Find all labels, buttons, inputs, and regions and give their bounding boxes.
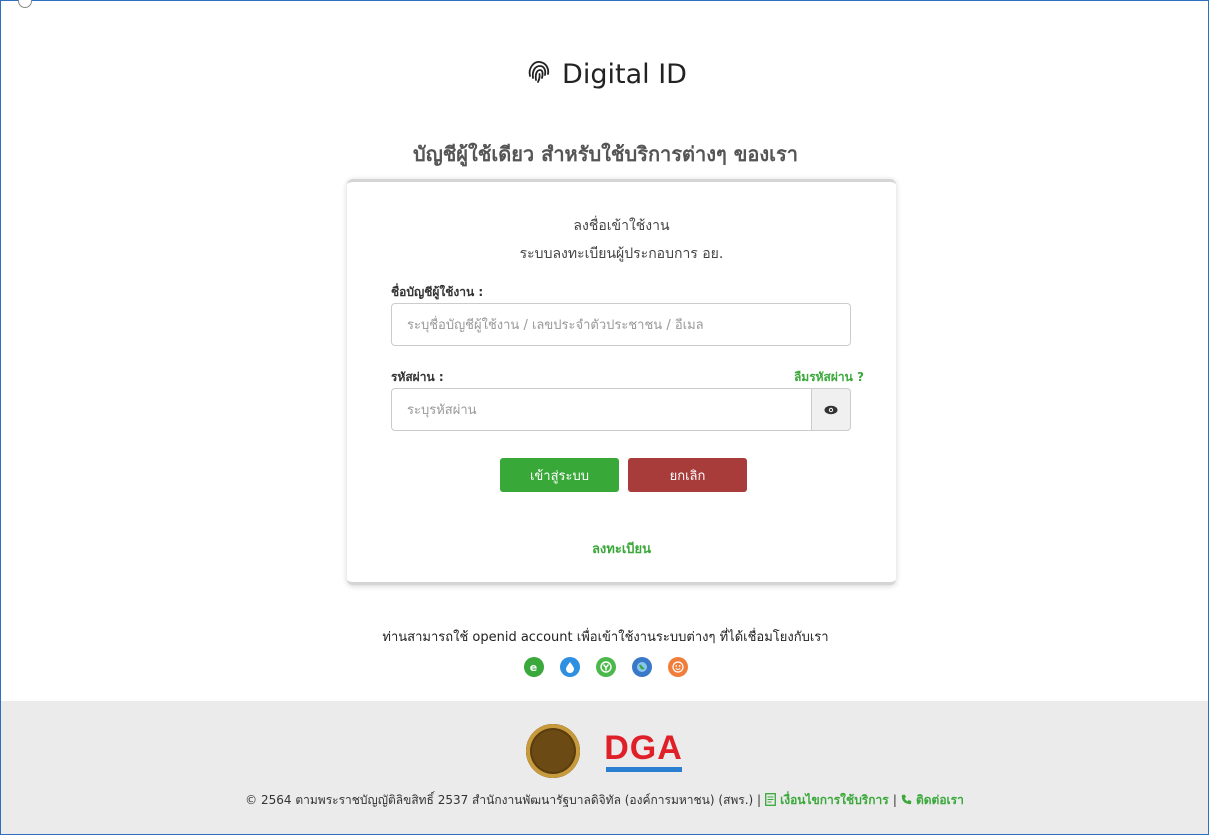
username-input[interactable]: ระบุชื่อบัญชีผู้ใช้งาน / เลขประจำตัวประช…	[391, 303, 851, 346]
openid-providers: e	[0, 657, 1211, 677]
footer-logos: DGA	[1, 724, 1208, 778]
terms-link-label: เงื่อนไขการใช้บริการ	[780, 793, 889, 807]
card-subtitle: ระบบลงทะเบียนผู้ประกอบการ อย.	[519, 246, 724, 262]
register-link[interactable]: ลงทะเบียน	[347, 538, 896, 559]
dga-logo-bar	[605, 766, 682, 772]
openid-text: ท่านสามารถใช้ openid account เพื่อเข้าใช…	[382, 630, 829, 645]
forgot-password-link[interactable]: ลืมรหัสผ่าน ?	[794, 368, 864, 387]
contact-link[interactable]: ติดต่อเรา	[901, 793, 964, 807]
e-provider-icon[interactable]: e	[523, 657, 544, 677]
footer: DGA © 2564 ตามพระราชบัญญัติลิขสิทธิ์ 253…	[1, 701, 1208, 834]
y-provider-icon[interactable]	[595, 657, 616, 677]
login-card: ลงชื่อเข้าใช้งาน ระบบลงทะเบียนผู้ประกอบก…	[347, 179, 896, 585]
username-label: ชื่อบัญชีผู้ใช้งาน :	[391, 285, 484, 299]
brand-title: Digital ID	[562, 59, 687, 90]
brand-header: Digital ID	[0, 56, 1211, 93]
password-input[interactable]: ระบุรหัสผ่าน	[391, 388, 812, 431]
copyright-line: © 2564 ตามพระราชบัญญัติลิขสิทธิ์ 2537 สำ…	[1, 791, 1208, 810]
phone-icon	[901, 793, 916, 807]
copyright-text: © 2564 ตามพระราชบัญญัติลิขสิทธิ์ 2537 สำ…	[245, 793, 762, 807]
government-seal-icon	[526, 724, 581, 778]
drop-provider-icon[interactable]	[559, 657, 580, 677]
terms-link[interactable]: เงื่อนไขการใช้บริการ	[764, 793, 893, 807]
cancel-button[interactable]: ยกเลิก	[628, 458, 747, 492]
globe-provider-icon[interactable]	[631, 657, 652, 677]
fingerprint-icon	[524, 56, 554, 93]
contact-link-label: ติดต่อเรา	[915, 793, 964, 807]
face-provider-icon[interactable]	[667, 657, 688, 677]
dga-logo: DGA	[604, 731, 683, 772]
password-label: รหัสผ่าน :	[391, 370, 444, 384]
show-password-button[interactable]	[811, 388, 851, 431]
login-button[interactable]: เข้าสู่ระบบ	[500, 458, 619, 492]
footer-separator: |	[892, 793, 897, 807]
document-icon	[764, 793, 780, 807]
tagline: บัญชีผู้ใช้เดียว สำหรับใช้บริการต่างๆ ขอ…	[413, 142, 798, 166]
card-title: ลงชื่อเข้าใช้งาน	[573, 218, 670, 234]
eye-icon	[824, 400, 838, 419]
dga-logo-text: DGA	[604, 728, 683, 767]
